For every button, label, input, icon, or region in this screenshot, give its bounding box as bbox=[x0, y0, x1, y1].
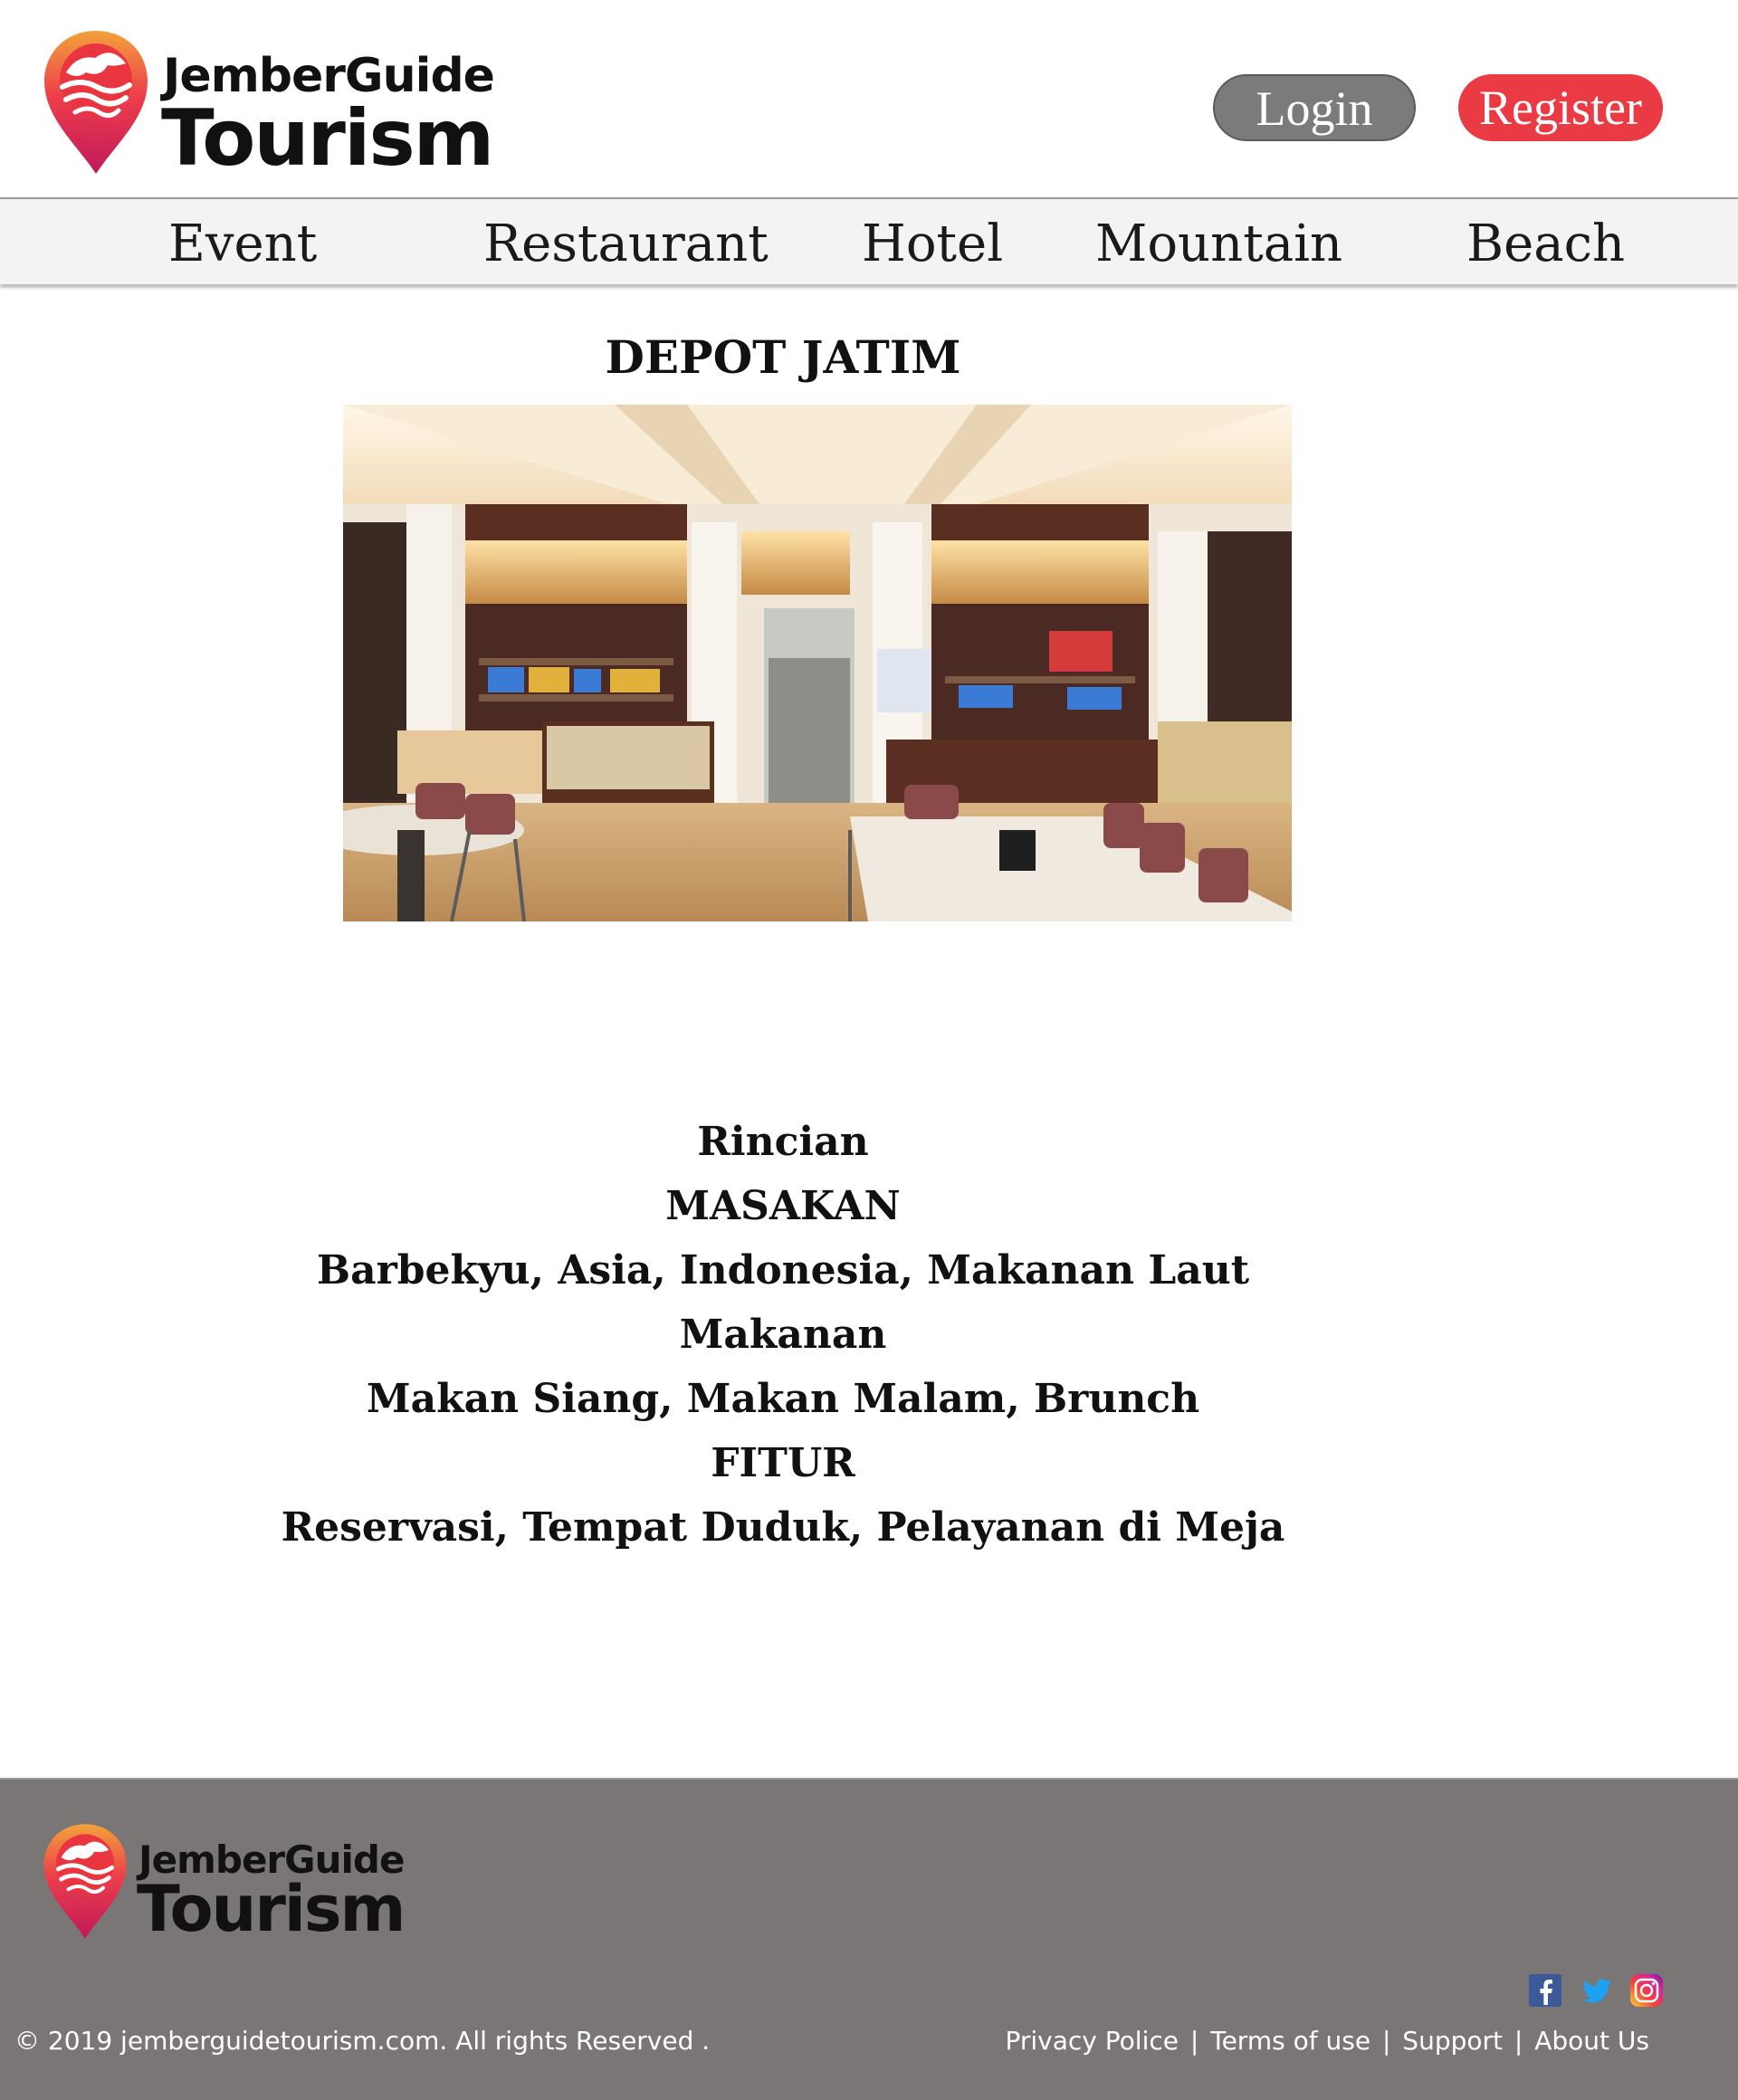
nav-item-restaurant[interactable]: Restaurant bbox=[483, 199, 769, 284]
footer-logo-text-line2: Tourism bbox=[137, 1872, 406, 1946]
about-us-link[interactable]: About Us bbox=[1534, 2026, 1649, 2056]
site-footer: JemberGuide Tourism © 2019 jemberguideto… bbox=[0, 1778, 1738, 2100]
features-label: FITUR bbox=[711, 1440, 855, 1486]
footer-link-separator: | bbox=[1381, 2026, 1391, 2056]
support-link[interactable]: Support bbox=[1402, 2026, 1503, 2056]
terms-of-use-link[interactable]: Terms of use bbox=[1210, 2026, 1370, 2056]
site-header: JemberGuide Tourism Login Register bbox=[0, 0, 1738, 197]
nav-item-event[interactable]: Event bbox=[168, 199, 317, 284]
facebook-icon[interactable] bbox=[1528, 1973, 1562, 2008]
footer-links: Privacy Police | Terms of use | Support … bbox=[1006, 2026, 1650, 2056]
meals-value: Makan Siang, Makan Malam, Brunch bbox=[366, 1376, 1200, 1422]
cuisine-value: Barbekyu, Asia, Indonesia, Makanan Laut bbox=[316, 1247, 1250, 1293]
footer-logo[interactable]: JemberGuide Tourism bbox=[41, 1821, 421, 1941]
logo-text-line2: Tourism bbox=[161, 93, 494, 184]
nav-item-hotel[interactable]: Hotel bbox=[862, 199, 1003, 284]
footer-link-separator: | bbox=[1514, 2026, 1523, 2056]
nav-item-beach[interactable]: Beach bbox=[1466, 199, 1625, 284]
footer-link-separator: | bbox=[1189, 2026, 1199, 2056]
features-value: Reservasi, Tempat Duduk, Pelayanan di Me… bbox=[281, 1504, 1285, 1551]
meals-label: Makanan bbox=[679, 1312, 887, 1358]
map-pin-logo-icon bbox=[43, 1824, 127, 1939]
map-pin-logo-icon bbox=[44, 31, 148, 174]
login-button[interactable]: Login bbox=[1213, 74, 1416, 141]
nav-item-mountain[interactable]: Mountain bbox=[1095, 199, 1342, 284]
page-title: DEPOT JATIM bbox=[605, 330, 961, 384]
privacy-policy-link[interactable]: Privacy Police bbox=[1006, 2026, 1179, 2056]
main-nav: Event Restaurant Hotel Mountain Beach bbox=[0, 197, 1738, 284]
cuisine-label: MASAKAN bbox=[665, 1183, 901, 1229]
site-logo[interactable]: JemberGuide Tourism bbox=[41, 27, 495, 184]
restaurant-interior-illustration bbox=[343, 405, 1292, 921]
details-heading: Rincian bbox=[697, 1119, 869, 1165]
register-button[interactable]: Register bbox=[1458, 74, 1663, 141]
twitter-icon[interactable] bbox=[1580, 1973, 1614, 2008]
instagram-icon[interactable] bbox=[1629, 1973, 1664, 2008]
copyright-text: © 2019 jemberguidetourism.com. All right… bbox=[14, 2026, 711, 2056]
restaurant-photo bbox=[343, 405, 1292, 921]
restaurant-details: Rincian MASAKAN Barbekyu, Asia, Indonesi… bbox=[0, 1110, 1566, 1560]
